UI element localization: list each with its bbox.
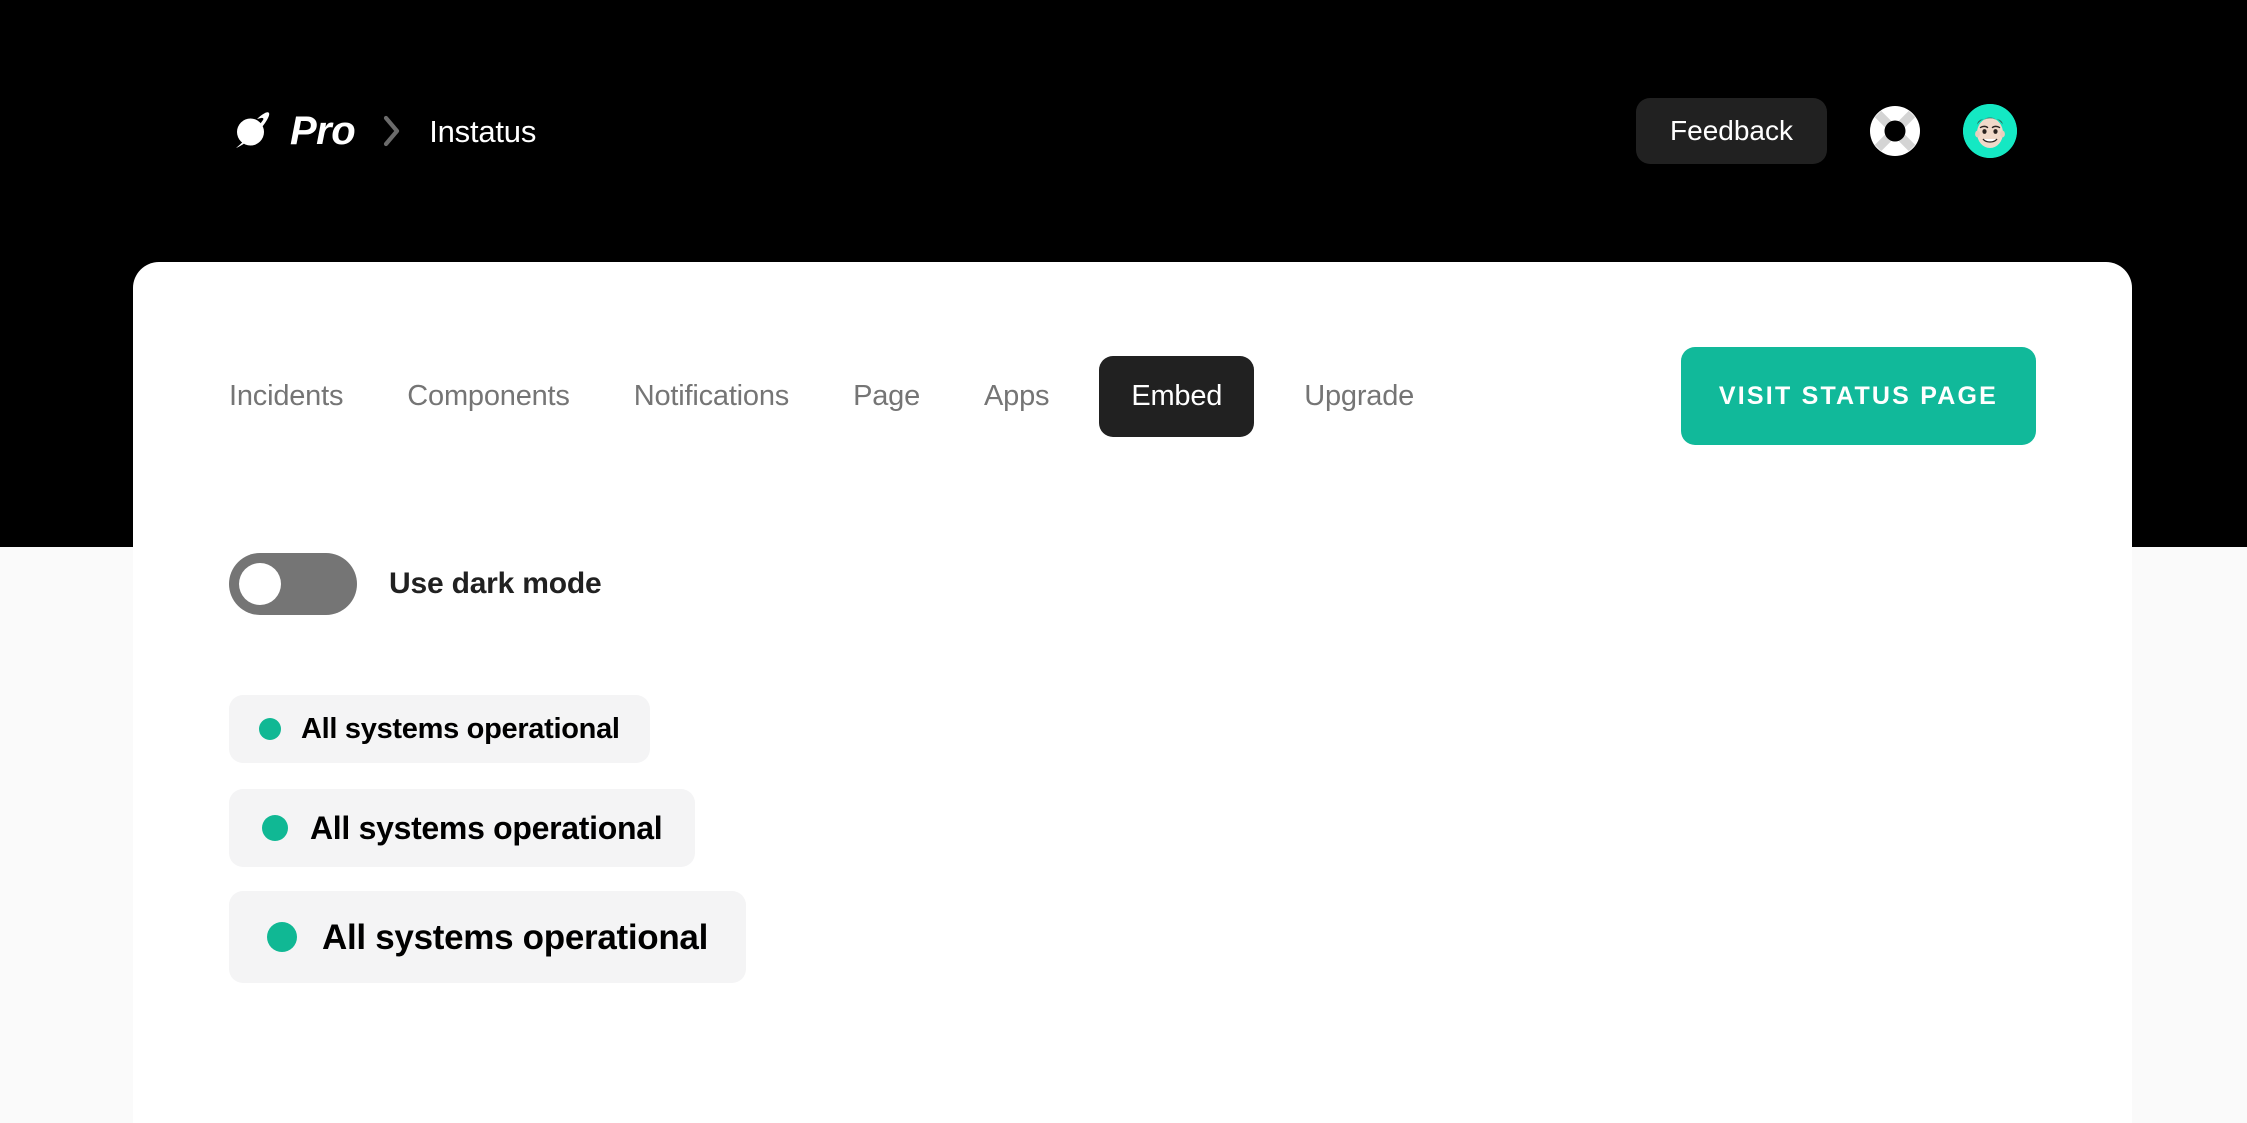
feedback-button[interactable]: Feedback xyxy=(1636,98,1827,164)
status-badge-medium[interactable]: All systems operational xyxy=(229,789,696,867)
dark-mode-toggle[interactable] xyxy=(229,553,357,615)
breadcrumb: Pro Instatus xyxy=(230,108,536,154)
tab-notifications[interactable]: Notifications xyxy=(602,381,821,411)
tab-navigation: Incidents Components Notifications Page … xyxy=(229,347,2036,445)
status-badge-large[interactable]: All systems operational xyxy=(229,891,747,983)
tab-apps[interactable]: Apps xyxy=(952,381,1081,411)
dark-mode-label: Use dark mode xyxy=(389,567,602,600)
chevron-right-icon xyxy=(381,114,403,148)
life-ring-icon[interactable] xyxy=(1869,105,1921,157)
brand-logo[interactable]: Pro xyxy=(230,108,356,154)
content-card: Incidents Components Notifications Page … xyxy=(133,262,2132,1123)
status-dot-icon xyxy=(267,922,297,952)
status-badge-label: All systems operational xyxy=(322,917,709,957)
status-badge-label: All systems operational xyxy=(301,712,620,745)
tab-embed[interactable]: Embed xyxy=(1099,355,1255,437)
tab-page[interactable]: Page xyxy=(821,381,952,411)
dark-mode-row: Use dark mode xyxy=(229,553,602,615)
header-actions: Feedback xyxy=(1636,98,2017,164)
tab-components[interactable]: Components xyxy=(375,381,601,411)
avatar[interactable] xyxy=(1963,104,2017,158)
tab-list: Incidents Components Notifications Page … xyxy=(229,355,1446,437)
header-bar: Pro Instatus Feedback xyxy=(0,0,2247,262)
planet-icon xyxy=(230,108,276,154)
toggle-knob xyxy=(239,563,281,605)
status-dot-icon xyxy=(259,718,281,740)
tab-incidents[interactable]: Incidents xyxy=(229,381,375,411)
visit-status-page-button[interactable]: VISIT STATUS PAGE xyxy=(1680,347,2036,445)
tab-upgrade[interactable]: Upgrade xyxy=(1272,381,1446,411)
embed-badge-previews: All systems operational All systems oper… xyxy=(229,695,747,983)
status-dot-icon xyxy=(262,815,288,841)
status-badge-label: All systems operational xyxy=(310,810,663,846)
status-badge-small[interactable]: All systems operational xyxy=(229,695,650,763)
brand-name: Pro xyxy=(290,109,356,153)
breadcrumb-current[interactable]: Instatus xyxy=(429,116,536,147)
app-root: Pro Instatus Feedback Incidents Componen… xyxy=(0,0,2247,1123)
